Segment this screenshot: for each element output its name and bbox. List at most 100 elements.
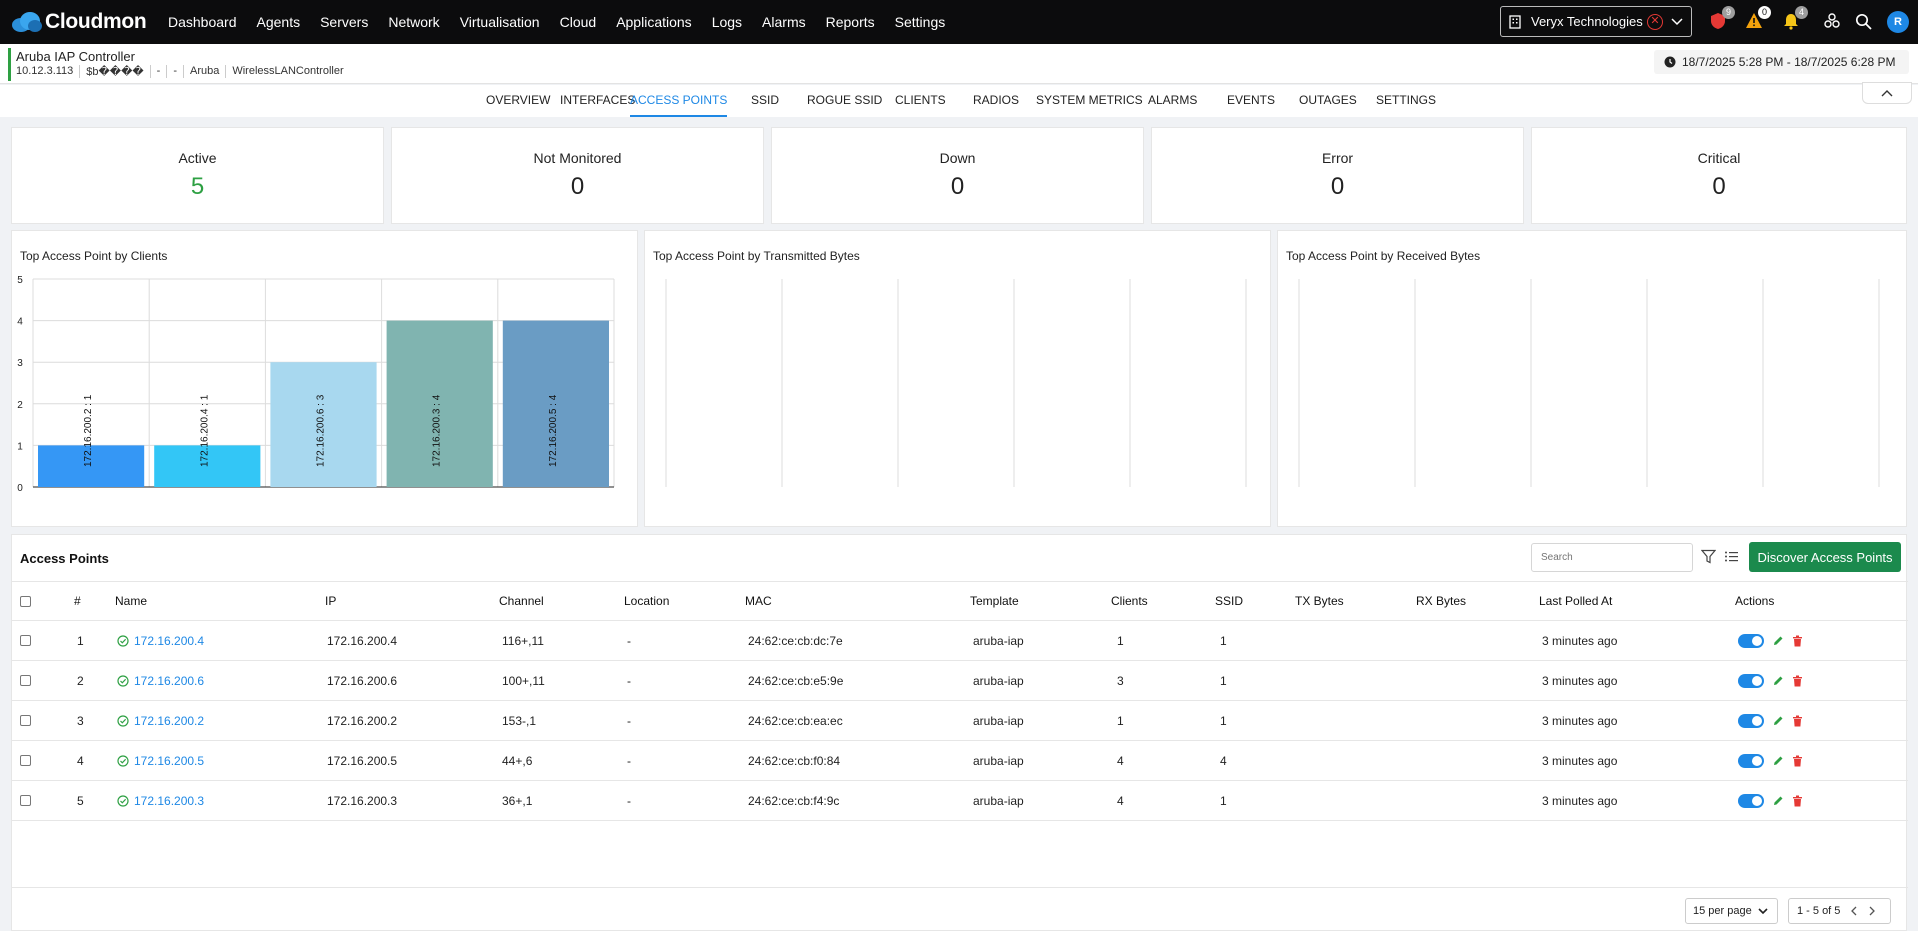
stat-card-down[interactable]: Down 0 <box>771 127 1144 224</box>
column-list-icon[interactable] <box>1724 549 1739 564</box>
menu-applications[interactable]: Applications <box>606 14 702 30</box>
per-page-select[interactable]: 15 per page <box>1685 898 1778 924</box>
row-name-link[interactable]: 172.16.200.5 <box>134 754 204 768</box>
delete-trash-icon[interactable] <box>1792 715 1803 727</box>
status-ok-icon <box>117 754 129 767</box>
col-tx-bytes[interactable]: TX Bytes <box>1295 582 1344 620</box>
stat-card-not-monitored[interactable]: Not Monitored 0 <box>391 127 764 224</box>
edit-pencil-icon[interactable] <box>1772 715 1784 727</box>
delete-trash-icon[interactable] <box>1792 675 1803 687</box>
menu-agents[interactable]: Agents <box>247 14 311 30</box>
col-number[interactable]: # <box>74 582 81 620</box>
col-template[interactable]: Template <box>970 582 1019 620</box>
menu-logs[interactable]: Logs <box>702 14 752 30</box>
logo[interactable]: Cloudmon <box>9 10 151 34</box>
chart-card-received: Top Access Point by Received Bytes <box>1277 230 1907 527</box>
menu-settings[interactable]: Settings <box>885 14 956 30</box>
edit-pencil-icon[interactable] <box>1772 635 1784 647</box>
monitor-toggle[interactable] <box>1738 793 1764 808</box>
row-checkbox[interactable] <box>20 675 31 686</box>
stat-card-critical[interactable]: Critical 0 <box>1531 127 1907 224</box>
tab-ssid[interactable]: SSID <box>751 85 779 117</box>
edit-pencil-icon[interactable] <box>1772 755 1784 767</box>
row-checkbox[interactable] <box>20 715 31 726</box>
row-name-link[interactable]: 172.16.200.3 <box>134 794 204 808</box>
delete-trash-icon[interactable] <box>1792 795 1803 807</box>
main-menu: Dashboard Agents Servers Network Virtual… <box>158 14 955 30</box>
row-name-link[interactable]: 172.16.200.6 <box>134 674 204 688</box>
monitor-toggle[interactable] <box>1738 633 1764 648</box>
pagination: 1 - 5 of 5 <box>1788 898 1891 924</box>
edit-pencil-icon[interactable] <box>1772 795 1784 807</box>
notification-bell-icon[interactable]: 4 <box>1780 6 1808 32</box>
time-range-picker[interactable]: 18/7/2025 5:28 PM - 18/7/2025 6:28 PM <box>1654 50 1909 74</box>
menu-network[interactable]: Network <box>378 14 449 30</box>
notifications-count: 4 <box>1795 6 1808 19</box>
tab-overview[interactable]: OVERVIEW <box>486 85 550 117</box>
tab-interfaces[interactable]: INTERFACES <box>560 85 635 117</box>
row-checkbox[interactable] <box>20 755 31 766</box>
row-checkbox[interactable] <box>20 635 31 646</box>
status-ok-icon <box>117 674 129 687</box>
chart-card-transmitted: Top Access Point by Transmitted Bytes <box>644 230 1271 527</box>
per-page-value: 15 per page <box>1693 905 1752 917</box>
discover-access-points-button[interactable]: Discover Access Points <box>1749 542 1901 572</box>
row-name-link[interactable]: 172.16.200.2 <box>134 714 204 728</box>
next-page-icon[interactable] <box>1868 906 1876 916</box>
stat-card-error[interactable]: Error 0 <box>1151 127 1524 224</box>
table-header: # Name IP Channel Location MAC Template … <box>12 581 1908 621</box>
menu-reports[interactable]: Reports <box>816 14 885 30</box>
col-channel[interactable]: Channel <box>499 582 544 620</box>
menu-virtualisation[interactable]: Virtualisation <box>450 14 550 30</box>
user-avatar[interactable]: R <box>1887 11 1909 33</box>
col-rx-bytes[interactable]: RX Bytes <box>1416 582 1466 620</box>
col-name[interactable]: Name <box>115 582 147 620</box>
menu-dashboard[interactable]: Dashboard <box>158 14 247 30</box>
delete-trash-icon[interactable] <box>1792 635 1803 647</box>
security-alerts-icon[interactable]: 9 <box>1707 6 1735 32</box>
col-ip[interactable]: IP <box>325 582 336 620</box>
filter-icon[interactable] <box>1701 549 1716 564</box>
chevron-down-icon[interactable] <box>1671 17 1683 26</box>
clear-organization-icon[interactable]: ✕ <box>1647 13 1663 30</box>
stat-card-active[interactable]: Active 5 <box>11 127 384 224</box>
edit-pencil-icon[interactable] <box>1772 675 1784 687</box>
collapse-header-button[interactable] <box>1862 82 1912 104</box>
tab-clients[interactable]: CLIENTS <box>895 85 946 117</box>
stat-value: 0 <box>1712 173 1726 200</box>
bar-data-label: 172.16.200.2 : 1 <box>83 394 94 467</box>
row-name-link[interactable]: 172.16.200.4 <box>134 634 204 648</box>
col-location[interactable]: Location <box>624 582 669 620</box>
warning-icon[interactable]: 0 <box>1743 6 1771 32</box>
y-tick-label: 3 <box>17 358 23 369</box>
organization-select[interactable]: Veryx Technologies ✕ <box>1500 6 1692 37</box>
tab-settings[interactable]: SETTINGS <box>1376 85 1436 117</box>
search-input[interactable] <box>1531 543 1693 572</box>
menu-cloud[interactable]: Cloud <box>550 14 607 30</box>
tab-outages[interactable]: OUTAGES <box>1299 85 1357 117</box>
tab-system-metrics[interactable]: SYSTEM METRICS <box>1036 85 1143 117</box>
tab-access-points[interactable]: ACCESS POINTS <box>630 85 728 117</box>
row-checkbox[interactable] <box>20 795 31 806</box>
tab-rogue-ssid[interactable]: ROGUE SSID <box>807 85 882 117</box>
monitor-toggle[interactable] <box>1738 753 1764 768</box>
monitor-toggle[interactable] <box>1738 713 1764 728</box>
monitor-toggle[interactable] <box>1738 673 1764 688</box>
menu-alarms[interactable]: Alarms <box>752 14 816 30</box>
delete-trash-icon[interactable] <box>1792 755 1803 767</box>
row-mac: 24:62:ce:cb:f4:9c <box>748 793 840 808</box>
select-all-checkbox[interactable] <box>20 595 31 607</box>
col-last-polled[interactable]: Last Polled At <box>1539 582 1612 620</box>
col-mac[interactable]: MAC <box>745 582 772 620</box>
col-ssid[interactable]: SSID <box>1215 582 1243 620</box>
tab-alarms[interactable]: ALARMS <box>1148 85 1197 117</box>
col-clients[interactable]: Clients <box>1111 582 1148 620</box>
device-status-bar <box>8 48 11 81</box>
integrations-icon[interactable] <box>1821 10 1843 32</box>
tab-events[interactable]: EVENTS <box>1227 85 1275 117</box>
prev-page-icon[interactable] <box>1850 906 1858 916</box>
tab-radios[interactable]: RADIOS <box>973 85 1019 117</box>
menu-servers[interactable]: Servers <box>310 14 378 30</box>
row-location: - <box>627 753 631 768</box>
search-icon[interactable] <box>1852 10 1874 32</box>
